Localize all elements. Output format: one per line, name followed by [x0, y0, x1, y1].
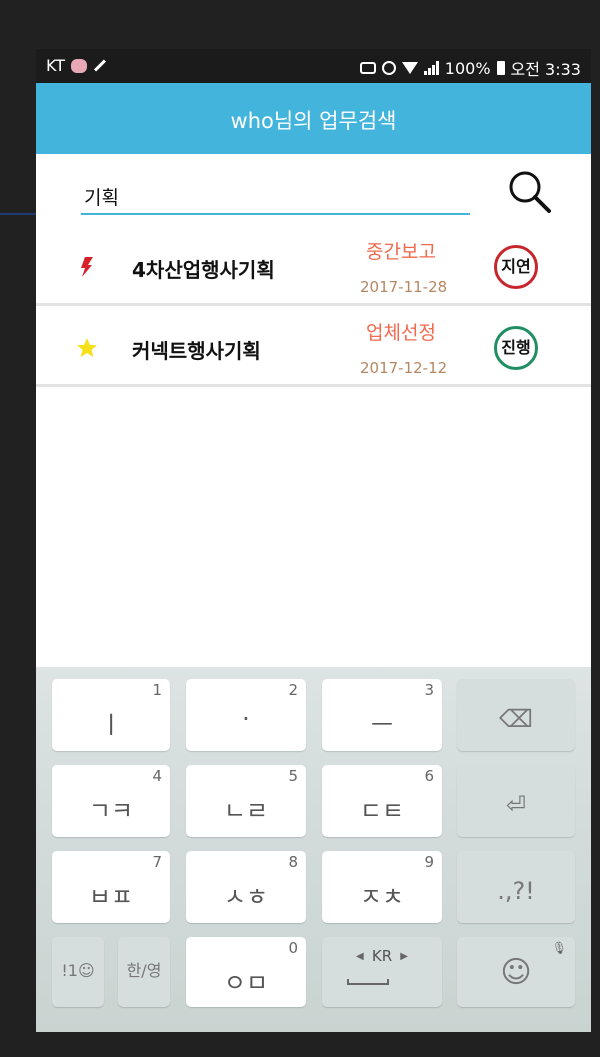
list-item[interactable]: 커넥트행사기획 업체선정 2017-12-12 진행	[36, 306, 591, 387]
space-bar-icon	[347, 979, 389, 985]
battery-percent: 100%	[444, 58, 491, 78]
key-b-p[interactable]: ㅂㅍ 7	[52, 851, 170, 923]
status-bar: KT 100% 오전 3:33	[36, 49, 591, 83]
carrier-label: KT	[46, 56, 66, 75]
status-badge: 지연	[494, 245, 538, 289]
list-item[interactable]: 4차산업행사기획 중간보고 2017-11-28 지연	[36, 225, 591, 306]
task-title: 4차산업행사기획	[132, 258, 275, 282]
backspace-icon: ⌫	[499, 705, 533, 733]
status-right: 100% 오전 3:33	[359, 56, 581, 80]
search-input-underline	[81, 213, 470, 215]
task-date: 2017-12-12	[360, 359, 448, 377]
enter-key[interactable]: ⏎	[457, 765, 575, 837]
search-input[interactable]: 기획	[84, 183, 119, 210]
microphone-icon: 🎙	[551, 941, 567, 955]
emoji-key[interactable]: ☺ 🎙	[457, 937, 575, 1007]
key-n-r[interactable]: ㄴㄹ 5	[186, 765, 306, 837]
key-g-k[interactable]: ㄱㅋ 4	[52, 765, 170, 837]
punctuation-key[interactable]: .,?!	[457, 851, 575, 923]
arrow-right-icon: ▶	[400, 951, 408, 962]
clock: 오전 3:33	[510, 60, 581, 79]
emoji-icon: ☺	[500, 955, 532, 990]
key-j-ch[interactable]: ㅈㅊ 9	[322, 851, 442, 923]
mute-icon	[359, 62, 376, 74]
page-title: who님의 업무검색	[230, 109, 397, 133]
keyboard: ㅣ 1 · 2 ㅡ 3 ⌫ ㄱㅋ 4 ㄴㄹ 5 ㄷㅌ 6 ⏎ ㅂㅍ 7 ㅅㅎ 8…	[36, 667, 591, 1032]
status-badge: 진행	[494, 326, 538, 370]
alarm-icon	[381, 61, 396, 75]
accent-line	[0, 213, 36, 215]
search-icon[interactable]	[504, 166, 556, 218]
app-bar: who님의 업무검색	[36, 83, 591, 154]
result-list: 4차산업행사기획 중간보고 2017-11-28 지연 커넥트행사기획 업체선정…	[36, 225, 591, 387]
signal-icon	[423, 61, 439, 75]
backspace-key[interactable]: ⌫	[457, 679, 575, 751]
key-d-t[interactable]: ㄷㅌ 6	[322, 765, 442, 837]
task-stage: 업체선정	[366, 322, 436, 344]
key-dot-vowel[interactable]: · 2	[186, 679, 306, 751]
phone-screen: KT 100% 오전 3:33 who님의 업무검색 기획 4차산업행사기획 중…	[36, 49, 591, 1032]
pencil-icon	[94, 59, 107, 72]
key-o-m[interactable]: ㅇㅁ 0	[186, 937, 306, 1007]
key-eu-vowel[interactable]: ㅡ 3	[322, 679, 442, 751]
key-i-vowel[interactable]: ㅣ 1	[52, 679, 170, 751]
pig-app-icon	[71, 58, 88, 73]
han-yeong-key[interactable]: 한/영	[118, 937, 170, 1007]
symbols-key[interactable]: !1☺	[52, 937, 104, 1007]
status-left: KT	[46, 56, 107, 75]
wifi-icon	[401, 62, 418, 74]
key-s-h[interactable]: ㅅㅎ 8	[186, 851, 306, 923]
battery-icon	[496, 61, 505, 75]
task-title: 커넥트행사기획	[132, 339, 261, 363]
task-stage: 중간보고	[366, 241, 436, 263]
star-icon	[76, 337, 98, 359]
enter-icon: ⏎	[505, 791, 527, 819]
task-date: 2017-11-28	[360, 278, 448, 296]
lightning-icon	[76, 256, 98, 278]
space-key[interactable]: ◀ KR ▶	[322, 937, 442, 1007]
